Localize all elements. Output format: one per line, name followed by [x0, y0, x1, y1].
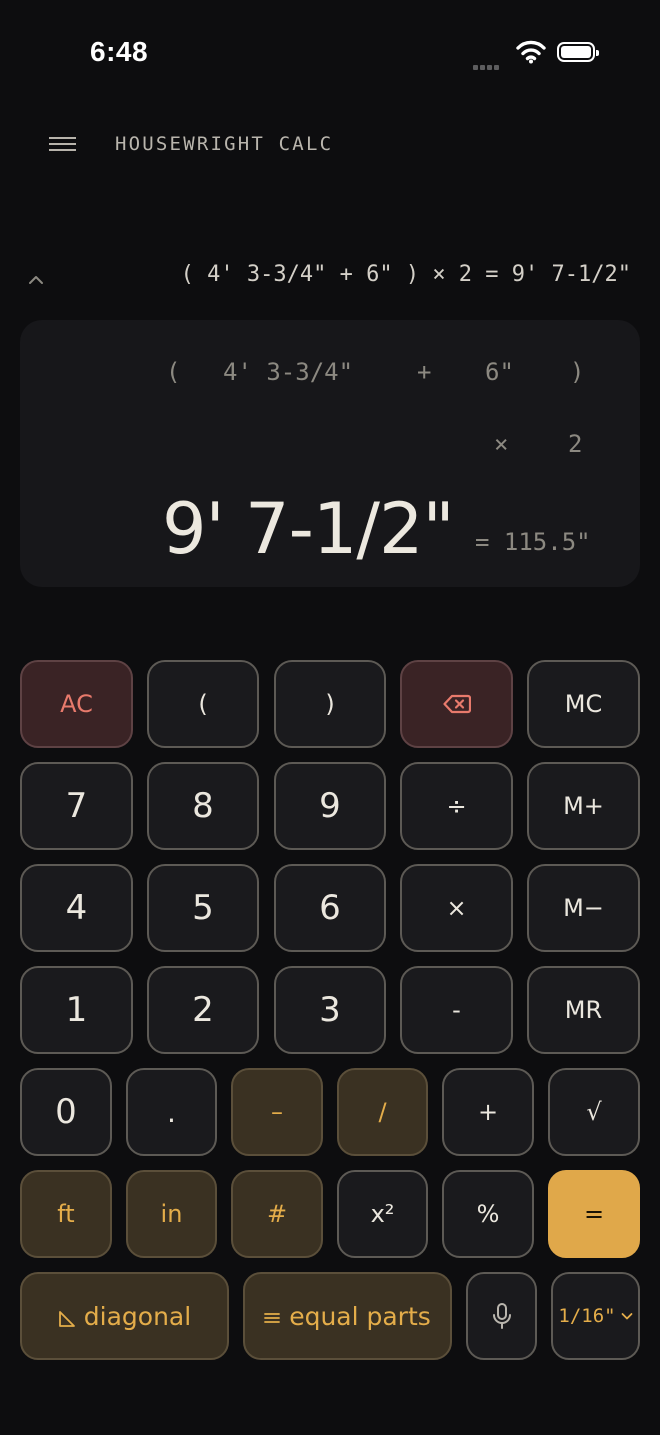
digit-label: 7 [65, 786, 88, 826]
expression-row-2: × 2 [20, 430, 640, 460]
equal-lines-icon [264, 1312, 281, 1323]
diagonal-label: diagonal [83, 1301, 192, 1331]
equal-parts-label: equal parts [289, 1301, 431, 1331]
multiply-button[interactable]: × [400, 864, 513, 952]
decimal-label: . [167, 1095, 176, 1129]
diagonal-button[interactable]: diagonal [20, 1272, 229, 1360]
digit-label: 9 [319, 786, 341, 826]
digit-7-button[interactable]: 7 [20, 762, 133, 850]
ac-label: AC [60, 690, 93, 718]
open-paren-label: ( [198, 690, 208, 718]
precision-label: 1/16" [558, 1305, 616, 1327]
digit-9-button[interactable]: 9 [274, 762, 386, 850]
feet-unit-button[interactable]: ft [20, 1170, 112, 1258]
sqrt-label: √ [586, 1098, 602, 1126]
hamburger-menu-icon[interactable] [49, 137, 76, 155]
backspace-icon [442, 694, 471, 714]
decimal-point-button[interactable]: . [126, 1068, 217, 1156]
memory-recall-button[interactable]: MR [527, 966, 640, 1054]
result-value: 9' 7-1/2" [162, 488, 455, 570]
digit-4-button[interactable]: 4 [20, 864, 133, 952]
chevron-down-icon [621, 1313, 632, 1320]
status-time: 6:48 [90, 36, 149, 67]
ac-button[interactable]: AC [20, 660, 133, 748]
digit-label: 6 [319, 888, 341, 928]
digit-label: 3 [319, 990, 341, 1030]
expression-token: 6" [485, 358, 514, 386]
digit-label: 1 [65, 990, 88, 1030]
square-root-button[interactable]: √ [548, 1068, 640, 1156]
feet-label: ft [57, 1200, 75, 1228]
digit-label: 8 [192, 786, 214, 826]
open-paren-button[interactable]: ( [147, 660, 259, 748]
microphone-icon [492, 1303, 511, 1329]
expression-token: 4' 3-3/4" [223, 358, 354, 386]
subtract-label: - [452, 996, 461, 1024]
percent-label: % [476, 1200, 500, 1228]
chevron-up-icon[interactable] [26, 270, 46, 290]
digit-label: 0 [55, 1092, 77, 1132]
fraction-slash-button[interactable]: / [337, 1068, 428, 1156]
digit-8-button[interactable]: 8 [147, 762, 259, 850]
digit-2-button[interactable]: 2 [147, 966, 259, 1054]
memory-add-button[interactable]: M+ [527, 762, 640, 850]
add-label: + [477, 1098, 499, 1126]
wifi-icon [516, 40, 546, 64]
add-button[interactable]: + [442, 1068, 534, 1156]
digit-0-button[interactable]: 0 [20, 1068, 112, 1156]
mc-label: MC [564, 690, 603, 718]
expression-token: + [417, 358, 432, 386]
subtract-button[interactable]: - [400, 966, 513, 1054]
expression-token: × [494, 430, 509, 458]
digit-6-button[interactable]: 6 [274, 864, 386, 952]
inch-unit-button[interactable]: in [126, 1170, 217, 1258]
m-minus-label: M− [563, 894, 604, 922]
cellular-signal-icon [473, 57, 501, 75]
triangle-ruler-icon [58, 1311, 75, 1327]
square-button[interactable]: x² [337, 1170, 428, 1258]
digit-3-button[interactable]: 3 [274, 966, 386, 1054]
hash-button[interactable]: # [231, 1170, 323, 1258]
square-label: x² [370, 1200, 395, 1228]
precision-select[interactable]: 1/16" [551, 1272, 640, 1360]
history-line[interactable]: ( 4' 3-3/4" + 6" ) × 2 = 9' 7-1/2" [181, 262, 631, 287]
divide-label: ÷ [446, 792, 467, 820]
calculator-display: ( 4' 3-3/4" + 6" ) × 2 9' 7-1/2" = 115.5… [20, 320, 640, 587]
expression-row-1: ( 4' 3-3/4" + 6" ) [20, 358, 640, 388]
digit-label: 4 [65, 888, 88, 928]
hash-label: # [266, 1200, 288, 1228]
multiply-label: × [446, 894, 467, 922]
status-bar: 6:48 [0, 0, 660, 100]
digit-label: 2 [192, 990, 214, 1030]
digit-label: 5 [192, 888, 214, 928]
slash-label: / [378, 1098, 387, 1126]
expression-token: 2 [568, 430, 583, 458]
backspace-button[interactable] [400, 660, 513, 748]
equals-label: = [583, 1200, 605, 1228]
mr-label: MR [564, 996, 603, 1024]
fraction-dash-button[interactable]: – [231, 1068, 323, 1156]
memory-subtract-button[interactable]: M− [527, 864, 640, 952]
memory-clear-button[interactable]: MC [527, 660, 640, 748]
equals-button[interactable]: = [548, 1170, 640, 1258]
app-title: HOUSEWRIGHT CALC [115, 133, 334, 155]
dash-label: – [271, 1098, 283, 1126]
close-paren-button[interactable]: ) [274, 660, 386, 748]
expression-token: ) [570, 358, 585, 386]
m-plus-label: M+ [563, 792, 604, 820]
percent-button[interactable]: % [442, 1170, 534, 1258]
digit-5-button[interactable]: 5 [147, 864, 259, 952]
expression-token: ( [166, 358, 181, 386]
divide-button[interactable]: ÷ [400, 762, 513, 850]
voice-input-button[interactable] [466, 1272, 537, 1360]
equal-parts-button[interactable]: equal parts [243, 1272, 452, 1360]
close-paren-label: ) [325, 690, 335, 718]
inch-label: in [160, 1200, 183, 1228]
digit-1-button[interactable]: 1 [20, 966, 133, 1054]
battery-icon [557, 42, 599, 62]
result-decimal: = 115.5" [475, 528, 591, 556]
